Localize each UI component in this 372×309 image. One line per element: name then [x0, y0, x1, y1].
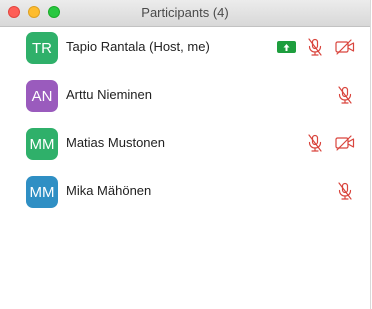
avatar: TR [26, 32, 58, 64]
participant-status-icons [334, 84, 356, 106]
avatar: AN [26, 80, 58, 112]
participants-window: Participants (4) TR Tapio Rantala (Host,… [0, 0, 371, 309]
screen-share-icon [277, 41, 296, 53]
video-off-icon[interactable] [334, 132, 356, 154]
mic-muted-icon[interactable] [334, 180, 356, 202]
participant-status-icons [334, 180, 356, 202]
mic-muted-icon[interactable] [334, 84, 356, 106]
title-bar[interactable]: Participants (4) [0, 0, 370, 27]
avatar: MM [26, 128, 58, 160]
mic-muted-icon[interactable] [304, 36, 326, 58]
participant-row[interactable]: TR Tapio Rantala (Host, me) [0, 27, 370, 75]
window-title: Participants (4) [141, 5, 229, 20]
participant-name: Matias Mustonen [66, 135, 165, 150]
participant-name: Mika Mähönen [66, 183, 152, 198]
participant-row[interactable]: AN Arttu Nieminen [0, 75, 370, 123]
mic-muted-icon[interactable] [304, 132, 326, 154]
video-off-icon[interactable] [334, 36, 356, 58]
participant-status-icons [277, 36, 356, 58]
participant-list: TR Tapio Rantala (Host, me) AN Arttu Nie… [0, 27, 370, 219]
participant-name: Tapio Rantala (Host, me) [66, 39, 210, 54]
participant-status-icons [304, 132, 356, 154]
avatar: MM [26, 176, 58, 208]
participant-row[interactable]: MM Mika Mähönen [0, 171, 370, 219]
participant-name: Arttu Nieminen [66, 87, 152, 102]
participant-row[interactable]: MM Matias Mustonen [0, 123, 370, 171]
